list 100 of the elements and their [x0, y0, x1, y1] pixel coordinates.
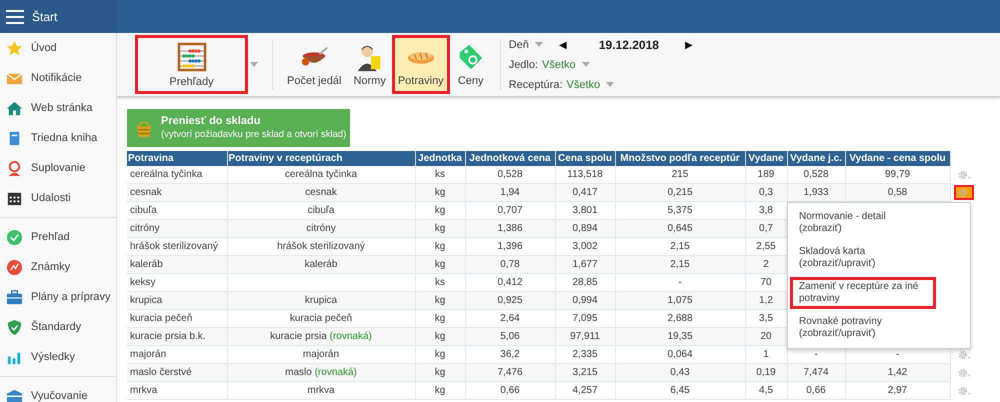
- period-dropdown[interactable]: Deň: [508, 38, 529, 50]
- column-header: Jednotka: [415, 151, 465, 166]
- house-icon: [6, 100, 23, 116]
- table-cell: kaleráb: [227, 256, 415, 274]
- column-header: Vydane: [745, 151, 787, 166]
- same-food-note: (rovnaká): [330, 331, 372, 342]
- abacus-icon: [176, 42, 206, 72]
- menu-icon[interactable]: [6, 10, 24, 24]
- date-label: 19.12.2018: [598, 38, 659, 52]
- table-cell: krupica: [227, 292, 415, 310]
- table-cell: 1,42: [845, 364, 950, 382]
- menu-item[interactable]: Rovnaké potraviny (zobraziť/upraviť): [790, 312, 936, 344]
- table-cell: citróny: [227, 220, 415, 238]
- app-title: Štart: [32, 10, 58, 24]
- sidebar-item[interactable]: Notifikácie: [0, 63, 116, 93]
- table-cell: 1,075: [615, 292, 745, 310]
- table-cell: mrkva: [227, 382, 415, 400]
- table-cell: 97,911: [555, 328, 615, 346]
- caret-icon[interactable]: [534, 42, 543, 47]
- sidebar-item[interactable]: Plány a prípravy: [0, 282, 116, 312]
- chart-circle-icon: [6, 258, 23, 276]
- sidebar-item[interactable]: Vyučovanie: [0, 381, 116, 402]
- next-button[interactable]: ▶: [684, 38, 693, 50]
- table-cell: 0,7: [745, 220, 787, 238]
- toolbar-button[interactable]: Normy: [347, 35, 392, 94]
- table-cell: 0,66: [787, 382, 845, 400]
- toolbar-button[interactable]: Ceny: [450, 35, 492, 94]
- sidebar-item[interactable]: Web stránka: [0, 93, 116, 123]
- settings-button[interactable]: [954, 185, 974, 200]
- table-cell: 19,35: [615, 328, 745, 346]
- table-cell: 0,925: [465, 292, 555, 310]
- table-cell: kuracie prsia b.k.: [127, 328, 227, 346]
- sidebar-item[interactable]: Úvod: [0, 33, 116, 63]
- column-header: Potraviny v receptúrach: [227, 151, 415, 166]
- table-cell: 6,45: [615, 382, 745, 400]
- table-cell: 0,994: [555, 292, 615, 310]
- table-cell: cesnak: [127, 184, 227, 202]
- table-cell: citróny: [127, 220, 227, 238]
- table-cell: mrkva: [127, 382, 227, 400]
- table-cell: 5,06: [465, 328, 555, 346]
- reports-button[interactable]: Prehľady: [135, 35, 248, 94]
- table-cell: 20: [745, 328, 787, 346]
- table-cell: kg: [415, 184, 465, 202]
- shield-icon: [6, 318, 23, 336]
- table-cell: 1,2: [745, 292, 787, 310]
- column-header: Cena spolu: [555, 151, 615, 166]
- table-cell: kg: [415, 292, 465, 310]
- column-header: Jednotková cena: [465, 151, 555, 166]
- table-cell: 0,645: [615, 220, 745, 238]
- table-cell: 0,417: [555, 184, 615, 202]
- table-cell: 0,66: [465, 382, 555, 400]
- filter-label: Jedlo:: [508, 58, 538, 70]
- table-cell: 7,474: [787, 364, 845, 382]
- sidebar-item[interactable]: Známky: [0, 252, 116, 282]
- sidebar-item[interactable]: Štandardy: [0, 312, 116, 342]
- table-cell: 0,43: [615, 364, 745, 382]
- table-cell: kg: [415, 364, 465, 382]
- table-cell: 4,5: [745, 382, 787, 400]
- sidebar-item[interactable]: Výsledky: [0, 342, 116, 372]
- sidebar-item[interactable]: Udalosti: [0, 183, 116, 213]
- table-cell: kg: [415, 328, 465, 346]
- table-cell: kaleráb: [127, 256, 227, 274]
- table-cell: maslo: [285, 367, 312, 378]
- column-header: Vydane - cena spolu: [845, 151, 950, 166]
- column-header: Potravina: [127, 151, 227, 166]
- table-cell: 2,15: [615, 256, 745, 274]
- menu-item[interactable]: Normovanie - detail (zobraziť): [790, 207, 936, 239]
- table-cell: 1,677: [555, 256, 615, 274]
- table-cell: 1,386: [465, 220, 555, 238]
- person-icon: [6, 160, 23, 176]
- toolbar-button[interactable]: Potraviny: [392, 35, 450, 94]
- caret-icon[interactable]: [606, 82, 614, 87]
- table-cell: maslo čerstvé: [127, 364, 227, 382]
- toolbar-button[interactable]: Počet jedál: [281, 35, 348, 94]
- meal-dropdown[interactable]: Všetko: [542, 58, 576, 70]
- table-cell: 0,19: [745, 364, 787, 382]
- column-header: Množstvo podľa receptúr: [615, 151, 745, 166]
- menu-item[interactable]: Skladová karta (zobraziť/upraviť): [790, 242, 936, 274]
- caret-icon[interactable]: [582, 62, 590, 67]
- sidebar-item[interactable]: Suplovanie: [0, 153, 116, 183]
- table-cell: 0,215: [615, 184, 745, 202]
- table-cell: 0,3: [745, 184, 787, 202]
- table-cell: 2: [745, 256, 787, 274]
- column-header: Vydane j.c.: [787, 151, 845, 166]
- table-cell: 3,215: [555, 364, 615, 382]
- filter-label: Receptúra:: [508, 78, 562, 90]
- star-icon: [6, 40, 23, 56]
- table-cell: krupica: [127, 292, 227, 310]
- previous-button[interactable]: ◀: [558, 38, 567, 50]
- table-cell: kg: [415, 382, 465, 400]
- table-cell: 0,78: [465, 256, 555, 274]
- sidebar-item[interactable]: Prehľad: [0, 222, 116, 252]
- recipe-dropdown[interactable]: Všetko: [566, 78, 600, 90]
- menu-item[interactable]: Zameniť v receptúre za iné potraviny: [790, 277, 936, 309]
- briefcase-icon: [6, 288, 23, 306]
- sidebar-item[interactable]: Triedna kniha: [0, 123, 116, 153]
- table-cell: 1,933: [787, 184, 845, 202]
- table-cell: cesnak: [227, 184, 415, 202]
- table-cell: 1,94: [465, 184, 555, 202]
- caret-icon[interactable]: [250, 62, 258, 67]
